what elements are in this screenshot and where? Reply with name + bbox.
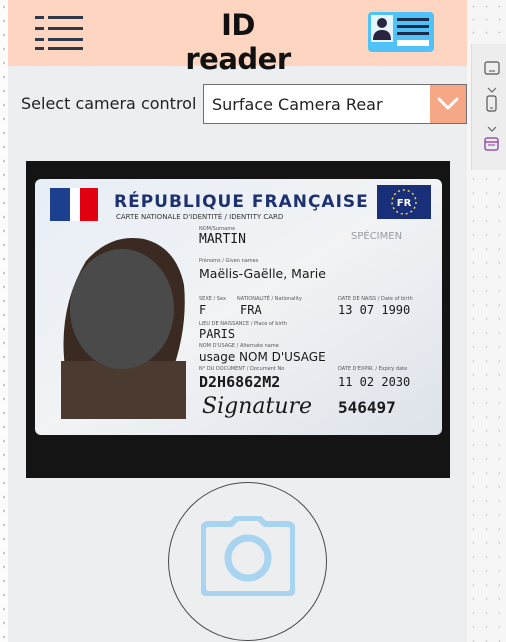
calendar-icon[interactable] xyxy=(484,136,499,155)
signature-value: Signature xyxy=(202,394,312,419)
eu-badge-text: FR xyxy=(397,198,412,209)
camera-dropdown-value: Surface Camera Rear xyxy=(212,95,383,114)
dropdown-toggle-button[interactable] xyxy=(430,85,466,123)
given-names-caption: Prénoms / Given names xyxy=(199,257,259,264)
studio-side-panel xyxy=(467,0,506,642)
canvas-dots-bottom xyxy=(467,172,506,642)
document-number-caption: N° DU DOCUMENT / Document No xyxy=(199,366,284,372)
card-type: CARTE NATIONALE D'IDENTITÉ / IDENTITY CA… xyxy=(116,212,283,221)
birthplace-value: PARIS xyxy=(199,327,235,341)
nationality-value: FRA xyxy=(240,303,262,317)
given-names-value: Maëlis-Gaëlle, Marie xyxy=(199,266,326,281)
card-country: RÉPUBLIQUE FRANÇAISE xyxy=(114,190,369,212)
can-number-value: 546497 xyxy=(338,398,396,417)
canvas-background xyxy=(0,0,8,642)
document-number-value: D2H6862M2 xyxy=(199,373,280,391)
camera-icon xyxy=(201,516,295,596)
phone-layout-icon[interactable] xyxy=(486,95,497,116)
camera-preview-image: FR RÉPUBLIQUE FRANÇAISE CARTE NATIONALE … xyxy=(26,161,450,478)
dob-caption: DATE DE NAISS / Date of birth xyxy=(338,296,413,302)
chevron-down-icon xyxy=(437,97,459,110)
tablet-layout-icon[interactable] xyxy=(484,60,500,79)
hamburger-icon xyxy=(35,16,83,50)
sex-caption: SEXE / Sex xyxy=(199,296,226,302)
specimen-watermark: SPÉCIMEN xyxy=(351,229,402,242)
id-card-icon xyxy=(368,12,434,52)
canvas-dots-top xyxy=(467,0,506,44)
header-bar: ID reader xyxy=(8,0,467,76)
nationality-caption: NATIONALITÉ / Nationality xyxy=(237,294,302,302)
dob-value: 13 07 1990 xyxy=(338,303,410,317)
device-rail xyxy=(471,44,506,170)
expiry-value: 11 02 2030 xyxy=(338,375,410,389)
app-title: ID reader xyxy=(185,8,291,76)
surname-value: MARTIN xyxy=(199,232,246,247)
expiry-caption: DATE D'EXPIR. / Expiry date xyxy=(338,366,407,372)
camera-dropdown[interactable]: Surface Camera Rear xyxy=(203,84,467,124)
usage-name-caption: NOM D'USAGE / Alternate name xyxy=(199,343,279,349)
hamburger-menu-button[interactable] xyxy=(35,14,83,50)
app-screen: ID reader Select camera control Surface … xyxy=(8,0,467,642)
sex-value: F xyxy=(199,303,206,317)
camera-select-label: Select camera control xyxy=(21,94,197,113)
marianne-logo-icon xyxy=(50,188,98,221)
capture-button[interactable] xyxy=(168,482,327,641)
usage-name-value: usage NOM D'USAGE xyxy=(199,350,326,364)
chevron-down-icon[interactable] xyxy=(487,117,497,136)
